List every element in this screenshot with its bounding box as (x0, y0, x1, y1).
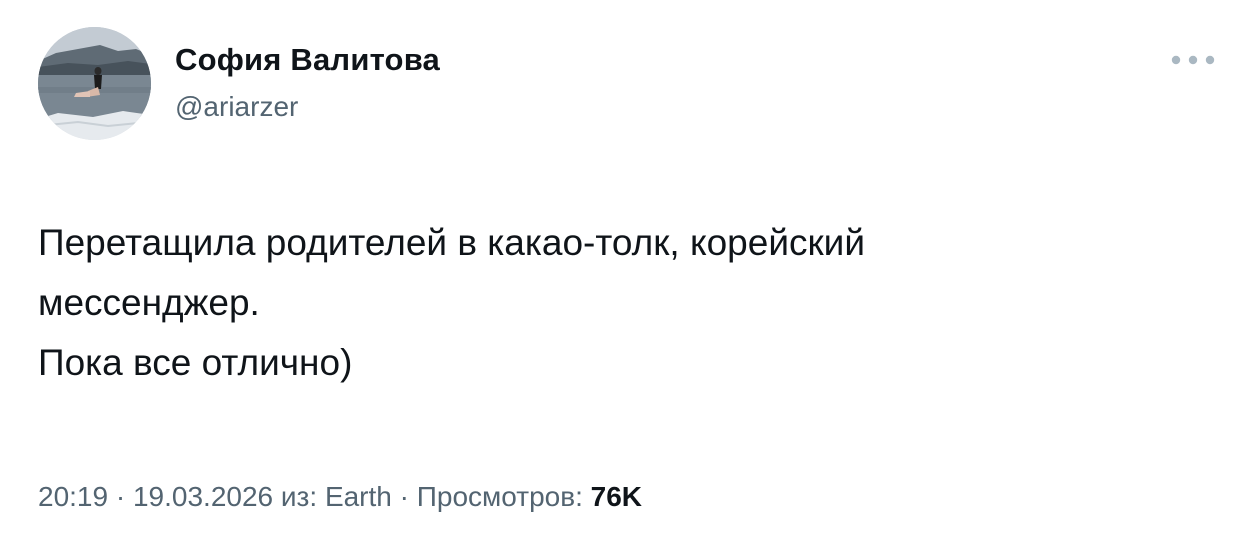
tweet-card: София Валитова @ariarzer Перетащила роди… (0, 0, 1260, 538)
author-display-name[interactable]: София Валитова (175, 42, 440, 78)
more-options-button[interactable] (1168, 48, 1218, 72)
tweet-text: Перетащила родителей в какао-толк, корей… (38, 222, 866, 383)
tweet-meta: 20:19 · 19.03.2026 из: Earth · Просмотро… (38, 481, 642, 513)
views-label: Просмотров: (416, 481, 591, 512)
meta-separator-2: · (391, 481, 417, 512)
avatar-photo-icon (38, 27, 151, 140)
more-horizontal-icon (1171, 55, 1215, 65)
tweet-time[interactable]: 20:19 (38, 481, 108, 512)
views-count[interactable]: 76K (591, 481, 642, 512)
tweet-source: Earth (324, 481, 392, 512)
meta-separator: · (108, 481, 133, 512)
tweet-date[interactable]: 19.03.2026 (133, 481, 273, 512)
source-prefix: из: (280, 481, 325, 512)
author-handle[interactable]: @ariarzer (175, 91, 298, 123)
author-avatar[interactable] (38, 27, 151, 140)
